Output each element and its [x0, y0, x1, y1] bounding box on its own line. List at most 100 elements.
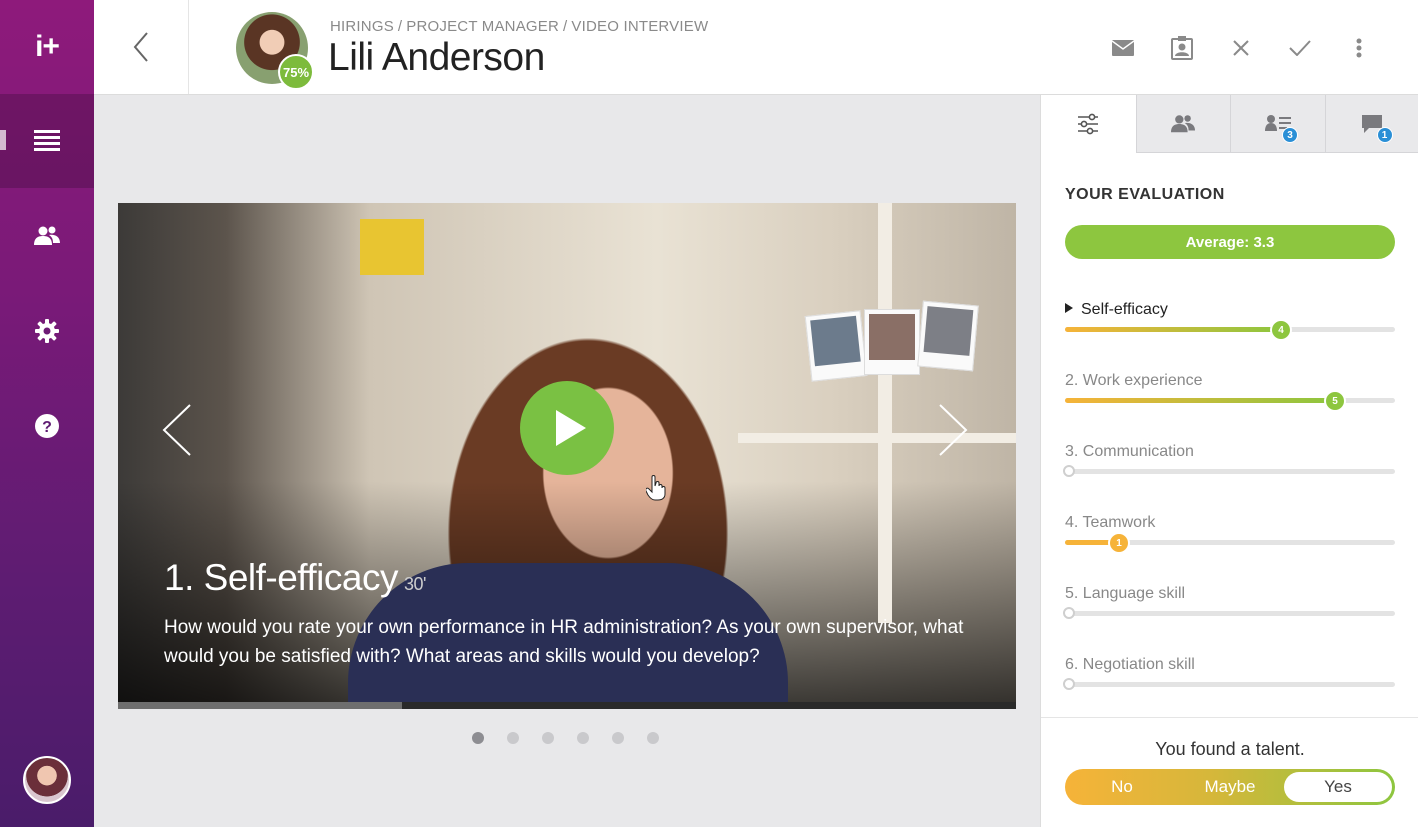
check-icon	[1288, 40, 1311, 56]
video-progress-fill	[118, 702, 402, 709]
criterion-row: 2. Work experience 5	[1065, 372, 1395, 412]
breadcrumb: HIRINGS / PROJECT MANAGER / VIDEO INTERVIEW	[330, 18, 709, 35]
breadcrumb-item[interactable]: PROJECT MANAGER	[406, 18, 559, 35]
chevron-left-icon	[133, 32, 148, 62]
expand-arrow-icon	[1065, 303, 1073, 313]
slider-fill	[1065, 327, 1281, 332]
criterion-slider[interactable]: 5	[1065, 390, 1395, 412]
background-shelf	[738, 433, 1016, 443]
pagination-dot[interactable]	[577, 732, 589, 744]
prev-question-icon[interactable]	[162, 403, 192, 457]
talent-toggle: No Maybe Yes	[1065, 769, 1395, 805]
pagination-dot[interactable]	[472, 732, 484, 744]
criterion-label[interactable]: 3. Communication	[1065, 443, 1395, 467]
slider-knob[interactable]: 1	[1108, 532, 1130, 554]
tab-evaluation[interactable]	[1041, 95, 1136, 153]
evaluation-panel: 3 1 YOUR EVALUATION Average: 3.3 Self-ef…	[1040, 95, 1418, 827]
question-title: 1. Self-efficacy 30'	[164, 557, 426, 599]
criterion-row: Self-efficacy 4	[1065, 301, 1395, 341]
help-icon: ?	[35, 414, 59, 438]
average-score-bar: Average: 3.3	[1065, 225, 1395, 259]
criterion-row: 6. Negotiation skill	[1063, 656, 1395, 690]
match-badge: 75%	[278, 54, 314, 90]
tab-badge: 3	[1282, 127, 1298, 143]
breadcrumb-item[interactable]: HIRINGS	[330, 18, 394, 35]
slider-knob[interactable]	[1063, 607, 1075, 619]
talent-option-maybe[interactable]: Maybe	[1176, 772, 1284, 802]
talent-option-no[interactable]: No	[1068, 772, 1176, 802]
question-title-text: 1. Self-efficacy	[164, 557, 398, 598]
slider-knob[interactable]	[1063, 678, 1075, 690]
background-shelf	[878, 203, 892, 623]
criterion-label[interactable]: Self-efficacy	[1065, 301, 1395, 325]
criterion-slider[interactable]: 4	[1065, 319, 1395, 341]
pagination-dot[interactable]	[542, 732, 554, 744]
close-icon	[1232, 40, 1249, 56]
pagination-dot[interactable]	[612, 732, 624, 744]
panel-tabs: 3 1	[1041, 95, 1418, 153]
pagination-dot[interactable]	[507, 732, 519, 744]
criterion-slider[interactable]	[1063, 465, 1395, 477]
sidebar-item-people[interactable]	[0, 189, 94, 283]
evaluation-title: YOUR EVALUATION	[1065, 186, 1225, 203]
criterion-label[interactable]: 6. Negotiation skill	[1065, 656, 1395, 680]
header-actions	[1093, 30, 1388, 66]
sidebar-item-help[interactable]: ?	[0, 379, 94, 473]
app-logo[interactable]: i+	[0, 0, 94, 94]
candidate-name: Lili Anderson	[328, 36, 545, 79]
talent-title: You found a talent.	[1155, 739, 1305, 759]
criterion-slider[interactable]	[1063, 607, 1395, 619]
sidebar-item-settings[interactable]	[0, 284, 94, 378]
criterion-row: 5. Language skill	[1063, 585, 1395, 619]
more-button[interactable]	[1329, 30, 1388, 66]
sidebar: i+ ?	[0, 0, 94, 827]
list-icon	[34, 130, 60, 151]
play-icon	[556, 410, 586, 446]
play-button[interactable]	[520, 381, 614, 475]
criterion-slider[interactable]: 1	[1065, 532, 1395, 554]
tab-evaluators[interactable]: 3	[1230, 95, 1325, 153]
breadcrumb-item: VIDEO INTERVIEW	[571, 18, 709, 35]
hand-cursor-icon	[646, 475, 666, 501]
question-text: How would you rate your own performance …	[164, 617, 964, 667]
video-player[interactable]: 1. Self-efficacy 30' How would you rate y…	[118, 203, 1016, 709]
header: 75% HIRINGS / PROJECT MANAGER / VIDEO INTERV…	[94, 0, 1418, 95]
slider-knob[interactable]	[1063, 465, 1075, 477]
accept-button[interactable]	[1270, 30, 1329, 66]
criterion-slider[interactable]	[1063, 678, 1395, 690]
talent-section: You found a talent. No Maybe Yes	[1041, 717, 1418, 827]
user-avatar[interactable]	[23, 756, 71, 804]
background-photos	[804, 300, 979, 393]
criterion-label[interactable]: 5. Language skill	[1065, 585, 1395, 609]
tab-team[interactable]	[1135, 95, 1230, 153]
video-progress-bar[interactable]	[118, 702, 1016, 709]
criterion-row: 4. Teamwork 1	[1065, 514, 1395, 554]
back-button[interactable]	[94, 0, 189, 94]
profile-icon	[1170, 36, 1193, 60]
gear-icon	[35, 319, 59, 343]
people-icon	[34, 226, 60, 245]
background-box	[360, 219, 424, 275]
mail-button[interactable]	[1093, 30, 1152, 66]
criterion-row: 3. Communication	[1063, 443, 1395, 477]
next-question-icon[interactable]	[938, 403, 968, 457]
more-icon	[1356, 38, 1361, 58]
slider-fill	[1065, 398, 1335, 403]
talent-option-yes[interactable]: Yes	[1284, 772, 1392, 802]
sidebar-item-list[interactable]	[0, 94, 94, 188]
question-duration: 30'	[403, 574, 426, 594]
tab-comments[interactable]: 1	[1324, 95, 1418, 153]
reject-button[interactable]	[1211, 30, 1270, 66]
sliders-icon	[1078, 113, 1099, 135]
slide-pagination	[472, 732, 659, 744]
slider-knob[interactable]: 4	[1270, 319, 1292, 341]
tab-badge: 1	[1376, 127, 1393, 143]
criterion-label[interactable]: 2. Work experience	[1065, 372, 1395, 396]
mail-icon	[1111, 40, 1134, 56]
active-marker	[0, 130, 6, 150]
people-icon	[1171, 114, 1196, 132]
profile-button[interactable]	[1152, 30, 1211, 66]
svg-text:?: ?	[42, 419, 52, 436]
pagination-dot[interactable]	[647, 732, 659, 744]
slider-knob[interactable]: 5	[1324, 390, 1346, 412]
